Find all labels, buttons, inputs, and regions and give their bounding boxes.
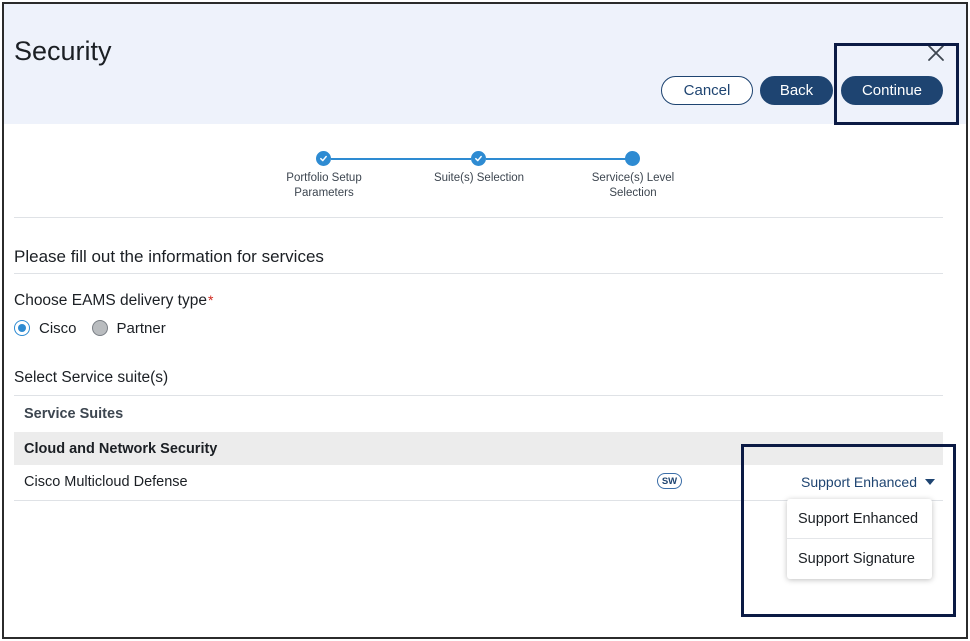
step-completed-check-icon bbox=[316, 151, 331, 166]
radio-partner[interactable] bbox=[91, 320, 108, 336]
step-connector bbox=[486, 158, 626, 160]
service-level-select[interactable]: Support Enhanced bbox=[801, 474, 935, 490]
step-completed-check-icon bbox=[471, 151, 486, 166]
page-title: Security bbox=[14, 36, 112, 66]
radio-partner-label[interactable]: Partner bbox=[117, 320, 166, 337]
service-suite-label: Select Service suite(s) bbox=[14, 369, 169, 386]
section-title: Please fill out the information for serv… bbox=[14, 247, 324, 266]
dropdown-option-support-enhanced[interactable]: Support Enhanced bbox=[787, 499, 932, 539]
dropdown-option-support-signature[interactable]: Support Signature bbox=[787, 539, 932, 579]
required-marker: * bbox=[207, 292, 214, 308]
step-label-service-level: Service(s) Level Selection bbox=[591, 172, 675, 199]
back-button[interactable]: Back bbox=[760, 76, 833, 105]
cancel-button[interactable]: Cancel bbox=[661, 76, 753, 105]
sw-badge: SW bbox=[657, 473, 682, 489]
divider bbox=[14, 273, 943, 274]
step-label-suites: Suite(s) Selection bbox=[433, 172, 525, 184]
step-connector bbox=[331, 158, 471, 160]
caret-down-icon bbox=[924, 479, 935, 485]
delivery-type-radio-group: Cisco Partner bbox=[14, 318, 181, 338]
table-row: Cisco Multicloud Defense SW Support Enha… bbox=[14, 465, 943, 501]
step-active-dot bbox=[625, 151, 640, 166]
divider bbox=[14, 217, 943, 218]
table-header: Service Suites bbox=[24, 406, 124, 422]
page-header bbox=[4, 4, 966, 124]
step-label-portfolio: Portfolio Setup Parameters bbox=[286, 172, 362, 199]
radio-cisco-label[interactable]: Cisco bbox=[39, 320, 77, 337]
delivery-type-label: Choose EAMS delivery type* bbox=[14, 292, 214, 309]
table-group-row: Cloud and Network Security bbox=[14, 432, 943, 465]
service-name: Cisco Multicloud Defense bbox=[24, 474, 188, 490]
service-level-value: Support Enhanced bbox=[801, 474, 917, 490]
close-icon[interactable] bbox=[926, 43, 946, 63]
radio-cisco[interactable] bbox=[14, 320, 30, 336]
service-level-dropdown: Support Enhanced Support Signature bbox=[787, 499, 932, 579]
continue-button[interactable]: Continue bbox=[841, 76, 943, 105]
